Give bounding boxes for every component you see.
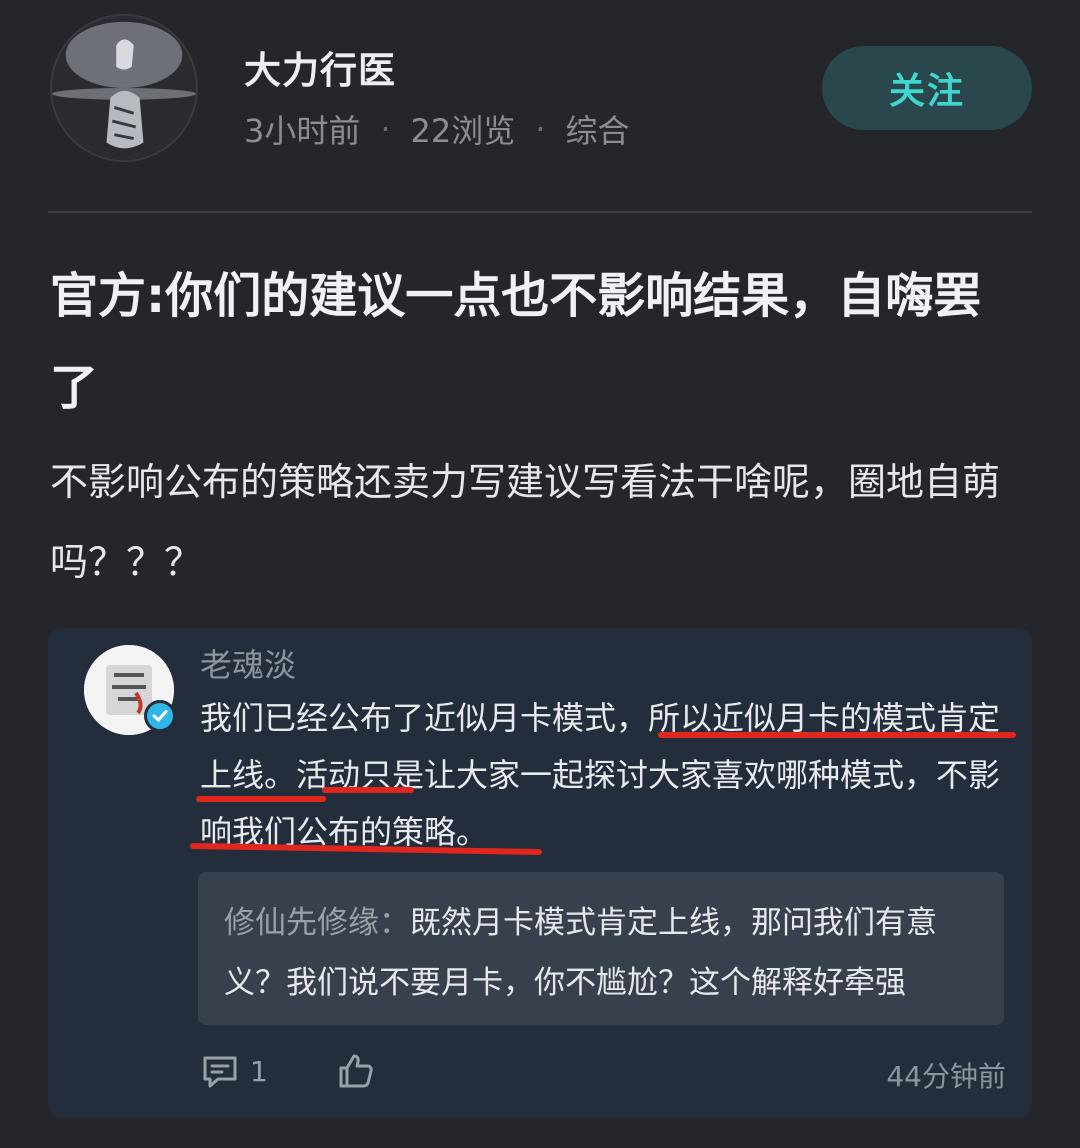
post-views: 22浏览 xyxy=(410,112,516,150)
highlight-underline xyxy=(658,732,1016,738)
post-title: 官方:你们的建议一点也不影响结果，自嗨罢了 xyxy=(50,268,982,416)
meta-separator: · xyxy=(380,110,391,148)
post-time: 3小时前 xyxy=(244,112,361,150)
thumbs-up-icon[interactable] xyxy=(336,1051,376,1091)
comment-time: 44分钟前 xyxy=(886,1060,1006,1093)
author-avatar[interactable] xyxy=(50,14,198,162)
header-divider xyxy=(48,211,1032,213)
post-meta: 3小时前 · 22浏览 · 综合 xyxy=(244,106,629,152)
commenter-name[interactable]: 老魂淡 xyxy=(200,640,296,686)
author-name[interactable]: 大力行医 xyxy=(244,40,396,94)
follow-button[interactable]: 关注 xyxy=(822,46,1032,130)
post-page: 大力行医 3小时前 · 22浏览 · 综合 关注 官方:你们的建议一点也不影响结… xyxy=(0,0,1080,1148)
meta-separator: · xyxy=(535,110,546,148)
highlight-underline xyxy=(196,796,326,802)
comment-text: 我们已经公布了近似月卡模式，所以近似月卡的模式肯定上线。活动只是让大家一起探讨大… xyxy=(200,699,1001,851)
quoted-reply: 修仙先修缘：既然月卡模式肯定上线，那问我们有意义？我们说不要月卡，你不尴尬？这个… xyxy=(224,893,994,1013)
highlight-underline xyxy=(322,787,414,793)
reply-author[interactable]: 修仙先修缘： xyxy=(224,905,410,941)
reply-count: 1 xyxy=(250,1055,268,1088)
post-category[interactable]: 综合 xyxy=(565,106,629,152)
verified-badge-icon xyxy=(144,700,176,732)
comment-icon[interactable] xyxy=(200,1052,240,1092)
post-body: 不影响公布的策略还卖力写建议写看法干啥呢，圈地自萌吗？？？ xyxy=(50,460,1001,584)
